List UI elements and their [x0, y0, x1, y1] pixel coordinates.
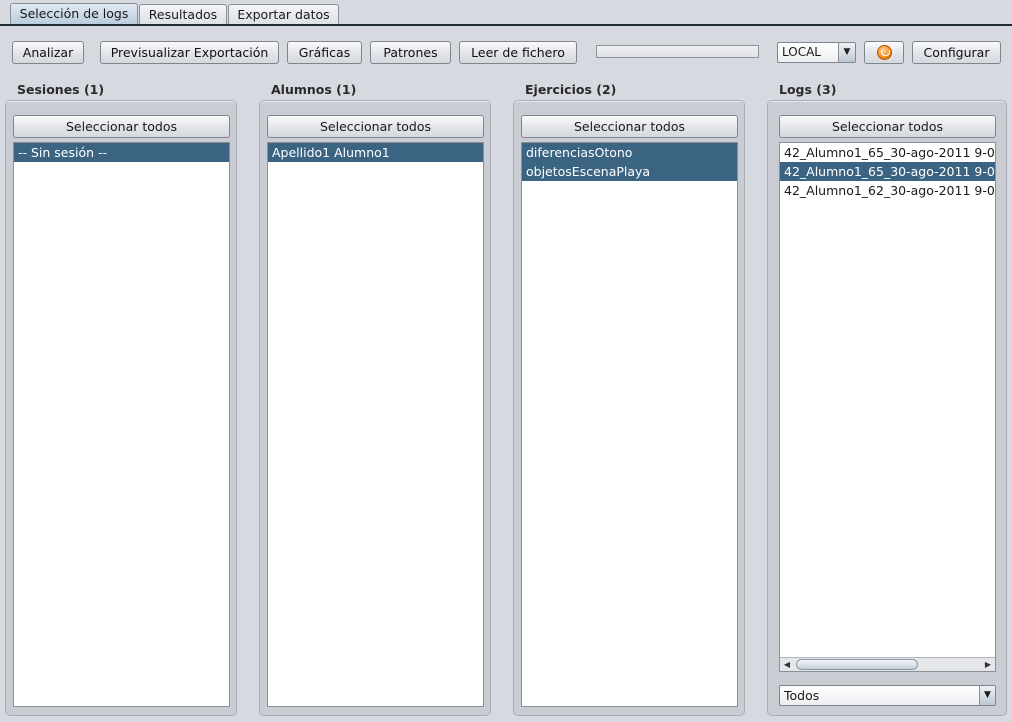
scroll-right-icon[interactable]: ▶ — [981, 658, 995, 671]
read-file-button[interactable]: Leer de fichero — [459, 41, 577, 64]
list-item[interactable]: 42_Alumno1_62_30-ago-2011 9-04 — [780, 181, 995, 200]
tab-bar: Selección de logs Resultados Exportar da… — [0, 0, 1012, 26]
chevron-down-icon[interactable]: ▼ — [979, 686, 995, 705]
tab-exportar-datos[interactable]: Exportar datos — [228, 4, 339, 25]
logs-filter-select[interactable]: Todos ▼ — [779, 685, 996, 706]
tab-resultados[interactable]: Resultados — [139, 4, 227, 25]
scroll-left-icon[interactable]: ◀ — [780, 658, 794, 671]
list-item[interactable]: 42_Alumno1_65_30-ago-2011 9-03 — [780, 162, 995, 181]
source-select-value: LOCAL — [782, 45, 821, 59]
list-item[interactable]: objetosEscenaPlaya — [522, 162, 737, 181]
logs-horizontal-scrollbar[interactable]: ◀ ▶ — [780, 657, 995, 671]
chevron-down-icon[interactable]: ▼ — [838, 43, 855, 62]
exercises-select-all-button[interactable]: Seleccionar todos — [521, 115, 738, 138]
charts-button[interactable]: Gráficas — [287, 41, 362, 64]
sessions-title: Sesiones (1) — [17, 82, 105, 97]
sessions-select-all-button[interactable]: Seleccionar todos — [13, 115, 230, 138]
exercises-panel: Seleccionar todos diferenciasOtono objeto… — [513, 100, 745, 716]
logs-title: Logs (3) — [779, 82, 837, 97]
logs-select-all-button[interactable]: Seleccionar todos — [779, 115, 996, 138]
scroll-thumb[interactable] — [796, 659, 918, 670]
logs-panel: Seleccionar todos 42_Alumno1_65_30-ago-2… — [767, 100, 1007, 716]
logs-filter-value: Todos — [784, 688, 820, 703]
tab-seleccion-de-logs[interactable]: Selección de logs — [10, 3, 138, 25]
configure-button[interactable]: Configurar — [912, 41, 1001, 64]
list-item[interactable]: Apellido1 Alumno1 — [268, 143, 483, 162]
help-button[interactable] — [864, 41, 904, 64]
logs-list-items: 42_Alumno1_65_30-ago-2011 9-03 42_Alumno1… — [780, 143, 995, 200]
students-panel: Seleccionar todos Apellido1 Alumno1 — [259, 100, 491, 716]
exercises-list[interactable]: diferenciasOtono objetosEscenaPlaya — [521, 142, 738, 707]
list-item[interactable]: 42_Alumno1_65_30-ago-2011 9-03 — [780, 143, 995, 162]
tab-baseline — [0, 24, 1012, 26]
logs-list[interactable]: 42_Alumno1_65_30-ago-2011 9-03 42_Alumno1… — [779, 142, 996, 672]
orange-help-icon — [877, 45, 892, 60]
students-list[interactable]: Apellido1 Alumno1 — [267, 142, 484, 707]
progress-bar — [596, 45, 759, 58]
list-item[interactable]: -- Sin sesión -- — [14, 143, 229, 162]
list-item[interactable]: diferenciasOtono — [522, 143, 737, 162]
patterns-button[interactable]: Patrones — [370, 41, 451, 64]
students-title: Alumnos (1) — [271, 82, 357, 97]
exercises-title: Ejercicios (2) — [525, 82, 617, 97]
sessions-panel: Seleccionar todos -- Sin sesión -- — [5, 100, 237, 716]
preview-export-button[interactable]: Previsualizar Exportación — [100, 41, 279, 64]
sessions-list[interactable]: -- Sin sesión -- — [13, 142, 230, 707]
students-select-all-button[interactable]: Seleccionar todos — [267, 115, 484, 138]
analyze-button[interactable]: Analizar — [12, 41, 84, 64]
source-select[interactable]: LOCAL ▼ — [777, 42, 856, 63]
